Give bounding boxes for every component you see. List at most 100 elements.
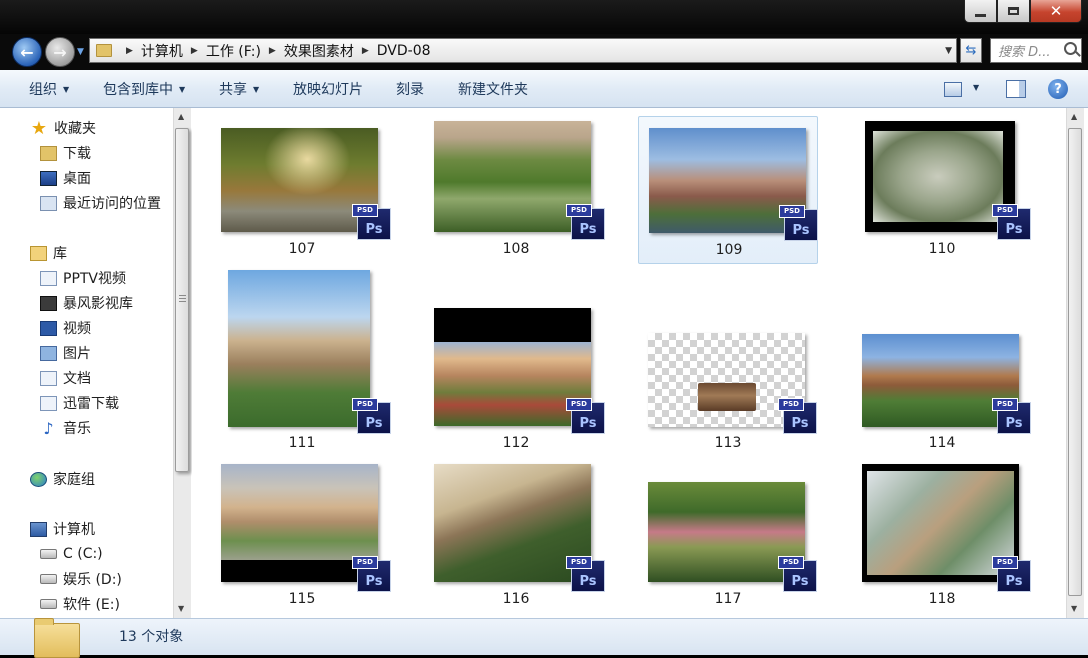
new-folder-button[interactable]: 新建文件夹 (458, 70, 528, 108)
file-item-118[interactable]: PSD Ps 118 (852, 456, 1032, 607)
file-item-111[interactable]: PSD Ps 111 (212, 262, 392, 451)
nav-libraries[interactable]: 库 (30, 241, 67, 265)
homegroup-icon (30, 471, 47, 487)
nav-computer[interactable]: 计算机 (30, 517, 95, 541)
share-label: 共享 (219, 82, 247, 98)
address-history-dropdown[interactable]: ▼ (945, 46, 952, 56)
search-placeholder: 搜索 D... (998, 45, 1051, 60)
breadcrumb-folder[interactable]: 效果图素材 (284, 41, 354, 61)
ps-logo: Ps (1005, 416, 1023, 431)
nav-item-pptv[interactable]: PPTV视频 (40, 266, 126, 290)
scroll-down-icon[interactable]: ▼ (1071, 604, 1077, 613)
help-icon[interactable]: ? (1048, 79, 1068, 99)
refresh-icon: ⇆ (965, 43, 977, 58)
breadcrumb-chevron-icon[interactable]: ▶ (269, 46, 276, 56)
back-button[interactable]: ← (12, 37, 42, 67)
organize-menu[interactable]: 组织 ▼ (29, 70, 69, 108)
photoshop-file-icon: PSD Ps (566, 556, 605, 592)
system-drive-icon (40, 549, 57, 559)
content-scrollbar[interactable]: ▲ ▼ (1066, 108, 1084, 618)
file-item-117[interactable]: PSD Ps 117 (638, 456, 818, 607)
folder-icon (34, 618, 80, 658)
nav-item-videos[interactable]: 视频 (40, 316, 91, 340)
psd-badge: PSD (779, 205, 805, 218)
file-item-113[interactable]: PSD Ps 113 (638, 262, 818, 451)
nav-label: 暴风影视库 (63, 296, 133, 312)
search-input[interactable]: 搜索 D... (990, 38, 1082, 63)
nav-item-desktop[interactable]: 桌面 (40, 166, 91, 190)
nav-item-pictures[interactable]: 图片 (40, 341, 91, 365)
nav-favorites[interactable]: ★ 收藏夹 (30, 116, 96, 140)
refresh-button[interactable]: ⇆ (960, 38, 982, 63)
nav-item-xunlei[interactable]: 迅雷下载 (40, 391, 119, 415)
burn-button[interactable]: 刻录 (396, 70, 424, 108)
file-item-112[interactable]: PSD Ps 112 (426, 262, 606, 451)
recent-pages-dropdown[interactable]: ▼ (77, 47, 84, 57)
preview-pane-icon[interactable] (1006, 80, 1026, 98)
file-item-116[interactable]: PSD Ps 116 (426, 456, 606, 607)
desktop-icon (40, 170, 57, 186)
breadcrumb-drive[interactable]: 工作 (F:) (206, 41, 261, 61)
slideshow-button[interactable]: 放映幻灯片 (293, 70, 363, 108)
file-item-114[interactable]: PSD Ps 114 (852, 262, 1032, 451)
address-bar[interactable]: ▶ 计算机 ▶ 工作 (F:) ▶ 效果图素材 ▶ DVD-08 ▼ (89, 38, 957, 63)
drive-icon (40, 574, 57, 584)
nav-item-drive-e[interactable]: 软件 (E:) (40, 592, 120, 616)
forward-button[interactable]: → (45, 37, 75, 67)
music-note-icon: ♪ (43, 418, 54, 438)
share-menu[interactable]: 共享 ▼ (219, 70, 259, 108)
include-library-menu[interactable]: 包含到库中 ▼ (103, 70, 185, 108)
nav-label: 软件 (E:) (63, 597, 120, 613)
breadcrumb-chevron-icon[interactable]: ▶ (126, 46, 133, 56)
maximize-button[interactable] (997, 0, 1030, 23)
psd-badge: PSD (352, 556, 378, 569)
ps-logo: Ps (365, 416, 383, 431)
drive-icon (40, 599, 57, 609)
change-view-icon[interactable] (944, 82, 962, 97)
nav-label: 文档 (63, 371, 91, 387)
nav-label: 音乐 (63, 421, 91, 437)
file-item-110[interactable]: PSD Ps 110 (852, 116, 1032, 264)
window-controls: ✕ (964, 0, 1082, 24)
nav-item-documents[interactable]: 文档 (40, 366, 91, 390)
breadcrumb-computer[interactable]: 计算机 (141, 41, 183, 61)
ps-logo: Ps (792, 223, 810, 238)
nav-item-drive-c[interactable]: C (C:) (40, 542, 103, 566)
nav-item-baofeng[interactable]: 暴风影视库 (40, 291, 133, 315)
nav-homegroup[interactable]: 家庭组 (30, 467, 95, 491)
nav-label: PPTV视频 (63, 271, 127, 287)
psd-badge: PSD (992, 556, 1018, 569)
address-row: ← → ▼ ▶ 计算机 ▶ 工作 (F:) ▶ 效果图素材 ▶ DVD-08 ▼… (0, 34, 1088, 70)
file-name: 111 (288, 435, 316, 451)
library-folder-icon (40, 270, 57, 286)
nav-scroll-thumb[interactable] (175, 128, 189, 472)
nav-label: 桌面 (63, 171, 91, 187)
nav-label: 最近访问的位置 (63, 196, 161, 212)
file-item-108[interactable]: PSD Ps 108 (426, 116, 606, 264)
scroll-down-icon[interactable]: ▼ (178, 604, 184, 613)
content-scroll-thumb[interactable] (1068, 128, 1082, 596)
photoshop-file-icon: PSD Ps (992, 204, 1031, 240)
file-item-109[interactable]: PSD Ps 109 (638, 116, 818, 264)
new-folder-label: 新建文件夹 (458, 82, 528, 98)
minimize-button[interactable] (964, 0, 997, 23)
nav-item-music[interactable]: ♪ 音乐 (40, 416, 91, 440)
breadcrumb-chevron-icon[interactable]: ▶ (191, 46, 198, 56)
view-options-dropdown[interactable]: ▼ (973, 83, 979, 92)
ps-logo: Ps (365, 222, 383, 237)
breadcrumb-chevron-icon[interactable]: ▶ (362, 46, 369, 56)
photoshop-file-icon: PSD Ps (992, 398, 1031, 434)
nav-item-drive-d[interactable]: 娱乐 (D:) (40, 567, 122, 591)
scroll-up-icon[interactable]: ▲ (1071, 112, 1077, 121)
breadcrumb-current[interactable]: DVD-08 (377, 43, 431, 59)
nav-item-downloads[interactable]: 下载 (40, 141, 91, 165)
file-name: 117 (714, 591, 742, 607)
nav-scrollbar[interactable]: ▲ ▼ (173, 108, 191, 618)
nav-item-recent[interactable]: 最近访问的位置 (40, 191, 161, 215)
file-item-115[interactable]: PSD Ps 115 (212, 456, 392, 607)
file-item-107[interactable]: PSD Ps 107 (212, 116, 392, 264)
nav-label: 迅雷下载 (63, 396, 119, 412)
thumbnail-image (648, 333, 805, 427)
close-button[interactable]: ✕ (1030, 0, 1082, 23)
scroll-up-icon[interactable]: ▲ (178, 112, 184, 121)
